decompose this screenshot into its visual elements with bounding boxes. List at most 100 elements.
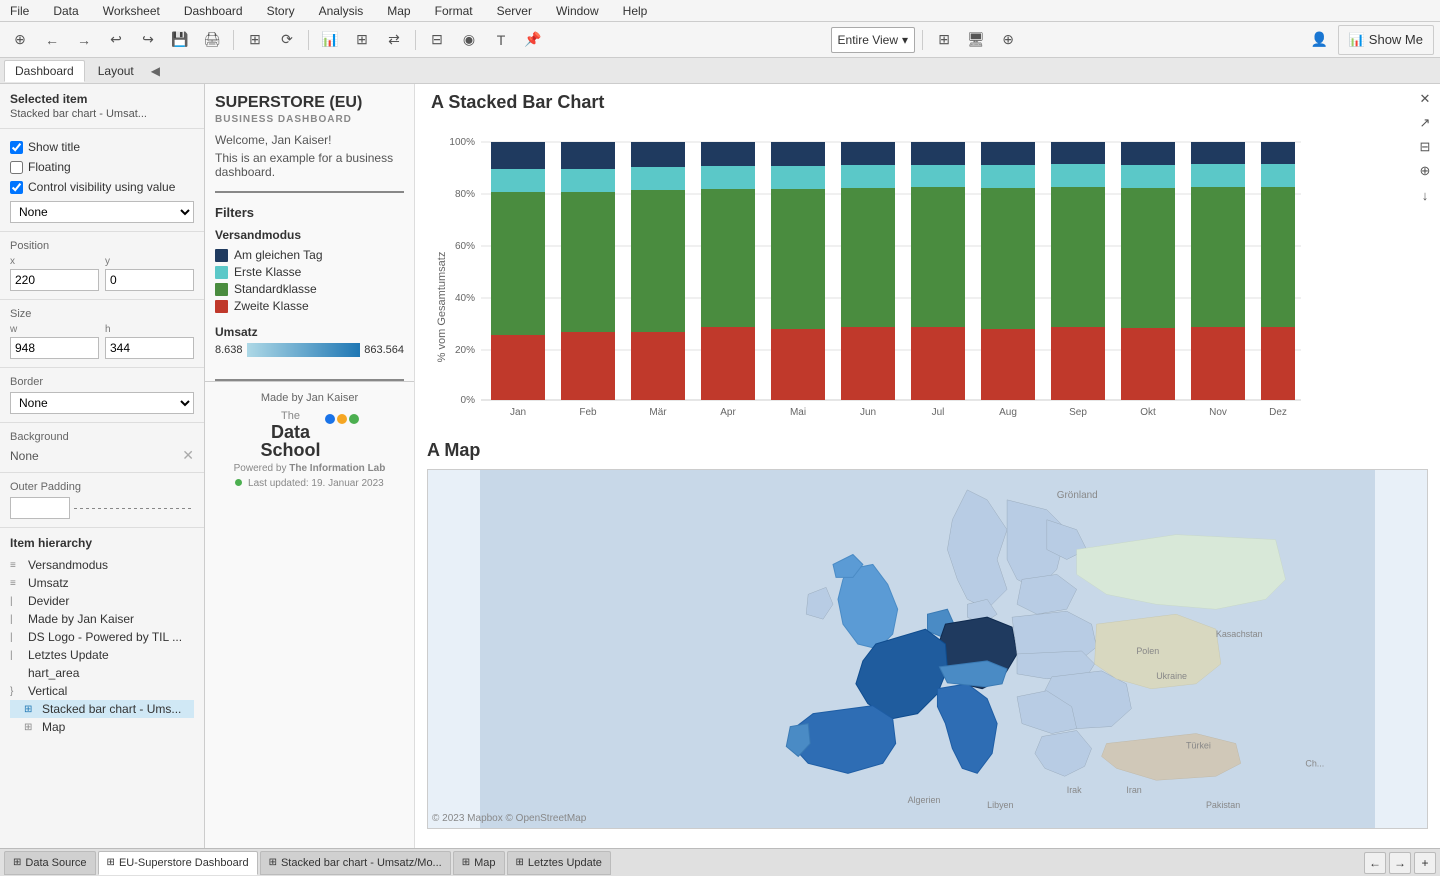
menu-dashboard[interactable]: Dashboard — [178, 2, 249, 20]
tab-eu-dashboard[interactable]: ⊞ EU-Superstore Dashboard — [98, 851, 258, 875]
device-button[interactable]: 🖥 — [962, 27, 990, 53]
swap-button[interactable]: ⇄ — [380, 27, 408, 53]
y-input[interactable] — [105, 269, 194, 291]
tab-stacked-bar[interactable]: ⊞ Stacked bar chart - Umsatz/Mo... — [260, 851, 451, 875]
y-tick-80: 80% — [455, 189, 475, 200]
hier-item-vertical[interactable]: } Vertical — [10, 682, 194, 700]
external-link-icon[interactable]: ↗ — [1414, 112, 1436, 134]
filter-icon[interactable]: ⊟ — [1414, 136, 1436, 158]
mark-button[interactable]: ◉ — [455, 27, 483, 53]
menu-format[interactable]: Format — [429, 2, 479, 20]
more-icon[interactable]: ↓ — [1414, 184, 1436, 206]
table-button[interactable]: ⊞ — [348, 27, 376, 53]
hier-icon-10: ⊞ — [24, 722, 38, 733]
x-input[interactable] — [10, 269, 99, 291]
hier-item-map[interactable]: ⊞ Map — [10, 718, 194, 736]
control-visibility-row[interactable]: Control visibility using value — [10, 177, 194, 197]
show-title-checkbox[interactable] — [10, 141, 23, 154]
scroll-left-button[interactable]: ← — [1364, 852, 1386, 874]
legend-zweite-klasse[interactable]: Zweite Klasse — [215, 299, 404, 313]
floating-row[interactable]: Floating — [10, 157, 194, 177]
show-title-row[interactable]: Show title — [10, 137, 194, 157]
bar-mai-erste — [771, 166, 825, 189]
menu-help[interactable]: Help — [617, 2, 654, 20]
grid-button[interactable]: ⊞ — [930, 27, 958, 53]
menu-file[interactable]: File — [4, 2, 35, 20]
pin-button[interactable]: 📌 — [519, 27, 547, 53]
collapse-icon[interactable]: ◀ — [151, 64, 160, 78]
hier-item-made-by[interactable]: | Made by Jan Kaiser — [10, 610, 194, 628]
hier-label-versandmodus: Versandmodus — [28, 558, 108, 572]
save-button[interactable]: 💾 — [166, 27, 194, 53]
legend-standardklasse[interactable]: Standardklasse — [215, 282, 404, 296]
ukraine-text: Ukraine — [1156, 671, 1187, 681]
hier-icon-3: | — [10, 596, 24, 607]
outer-padding-input[interactable] — [10, 497, 70, 519]
menu-window[interactable]: Window — [550, 2, 605, 20]
floating-checkbox[interactable] — [10, 161, 23, 174]
tab-dashboard[interactable]: Dashboard — [4, 60, 85, 82]
hier-label-map: Map — [42, 720, 65, 734]
tab-letztes-update-label: Letztes Update — [528, 857, 602, 869]
undo-button[interactable]: ↩ — [102, 27, 130, 53]
menu-story[interactable]: Story — [261, 2, 301, 20]
new-button[interactable]: ⊕ — [6, 27, 34, 53]
expand-icon[interactable]: ⊕ — [1414, 160, 1436, 182]
map-section: A Map — [415, 430, 1440, 829]
add-sheet-button[interactable]: + — [1414, 852, 1436, 874]
legend-am-gleichen-tag[interactable]: Am gleichen Tag — [215, 248, 404, 262]
hier-item-letztes-update[interactable]: | Letztes Update — [10, 646, 194, 664]
edit-background-icon[interactable]: ✕ — [182, 447, 194, 464]
x-field: x — [10, 256, 99, 291]
info-lab: The Information Lab — [289, 463, 385, 474]
control-visibility-checkbox[interactable] — [10, 181, 23, 194]
print-button[interactable]: 🖨 — [198, 27, 226, 53]
hier-item-umsatz[interactable]: ≡ Umsatz — [10, 574, 194, 592]
menu-map[interactable]: Map — [381, 2, 416, 20]
show-me-button[interactable]: 📊 Show Me — [1338, 25, 1434, 55]
tab-map[interactable]: ⊞ Map — [453, 851, 505, 875]
hier-item-chart-area[interactable]: hart_area — [10, 664, 194, 682]
tab-data-source[interactable]: ⊞ Data Source — [4, 851, 96, 875]
back-button[interactable]: ← — [38, 27, 66, 53]
redo-button[interactable]: ↪ — [134, 27, 162, 53]
hier-item-stacked[interactable]: ⊞ Stacked bar chart - Ums... — [10, 700, 194, 718]
menu-analysis[interactable]: Analysis — [313, 2, 370, 20]
connect-button[interactable]: ⊞ — [241, 27, 269, 53]
hier-item-ds-logo[interactable]: | DS Logo - Powered by TIL ... — [10, 628, 194, 646]
refresh-button[interactable]: ⟳ — [273, 27, 301, 53]
tab-layout[interactable]: Layout — [87, 60, 145, 82]
forward-button[interactable]: → — [70, 27, 98, 53]
border-dropdown[interactable]: None — [10, 392, 194, 414]
bar-okt-zweite — [1121, 328, 1175, 400]
bar-feb-erste — [561, 169, 615, 192]
stacked-bar-icon: ⊞ — [269, 857, 277, 868]
menu-server[interactable]: Server — [491, 2, 538, 20]
hier-item-versandmodus[interactable]: ≡ Versandmodus — [10, 556, 194, 574]
menu-data[interactable]: Data — [47, 2, 84, 20]
chart-button[interactable]: 📊 — [316, 27, 344, 53]
legend-swatch-4 — [215, 300, 228, 313]
scroll-right-button[interactable]: → — [1389, 852, 1411, 874]
bar-feb-standard — [561, 192, 615, 332]
close-chart-button[interactable]: ✕ — [1414, 88, 1436, 110]
versandmodus-label: Versandmodus — [215, 228, 404, 242]
w-label: w — [10, 324, 99, 335]
view-select[interactable]: Entire View ▾ — [831, 27, 916, 53]
legend-erste-klasse[interactable]: Erste Klasse — [215, 265, 404, 279]
none-dropdown-row[interactable]: None — [10, 201, 194, 223]
share-button[interactable]: ⊕ — [994, 27, 1022, 53]
hier-icon-6: | — [10, 650, 24, 661]
map-container[interactable]: Grönland Polen Ukraine Türkei Kasachstan… — [427, 469, 1428, 829]
tab-letztes-update[interactable]: ⊞ Letztes Update — [507, 851, 611, 875]
h-input[interactable] — [105, 337, 194, 359]
legend-swatch-3 — [215, 283, 228, 296]
w-input[interactable] — [10, 337, 99, 359]
none-dropdown[interactable]: None — [10, 201, 194, 223]
chart-scroll[interactable]: A Stacked Bar Chart % vom Gesamtumsatz 1… — [415, 84, 1440, 848]
filter-button[interactable]: ⊟ — [423, 27, 451, 53]
label-button[interactable]: T — [487, 27, 515, 53]
last-updated: Last updated: 19. Januar 2023 — [215, 478, 404, 489]
menu-worksheet[interactable]: Worksheet — [97, 2, 166, 20]
hier-item-devider[interactable]: | Devider — [10, 592, 194, 610]
